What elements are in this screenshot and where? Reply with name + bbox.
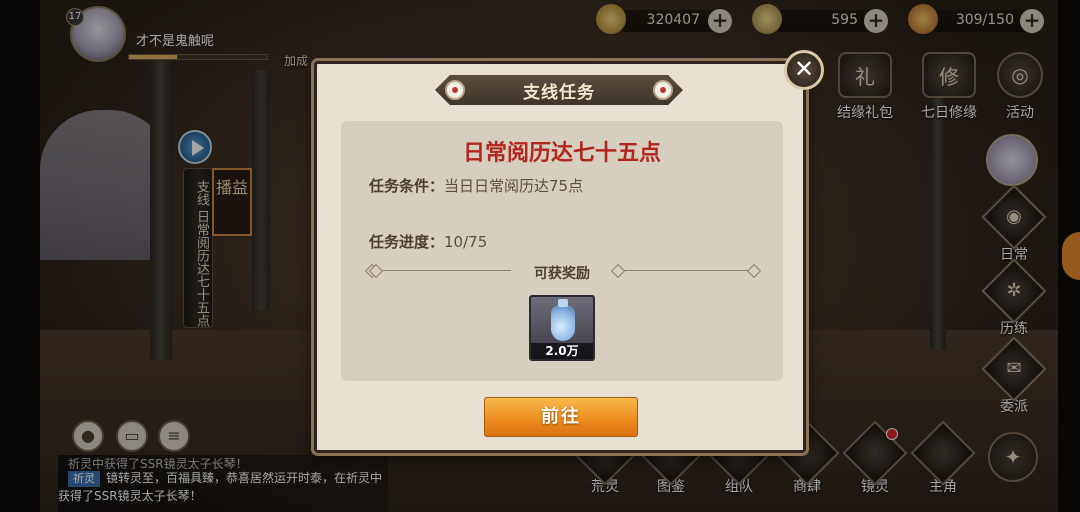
close-button[interactable]: ✕ [784,50,824,90]
divider [613,270,755,284]
quest-progress-value: 10/75 [444,233,488,251]
go-button[interactable]: 前往 [484,397,638,437]
reward-quantity: 2.0万 [531,343,593,359]
quest-condition-label: 任务条件： [369,177,445,195]
potion-icon [551,299,575,341]
quest-progress-row: 任务进度：10/75 [369,231,487,252]
close-icon: ✕ [793,55,815,83]
quest-details-panel: 日常阅历达七十五点 任务条件：当日日常阅历达75点 任务进度：10/75 可获奖… [341,121,783,381]
dialog-title: 支线任务 [523,83,595,103]
quest-condition-value: 当日日常阅历达75点 [444,177,584,195]
reward-item-slot[interactable]: 2.0万 [529,295,595,361]
side-quest-dialog: 支线任务 日常阅历达七十五点 任务条件：当日日常阅历达75点 任务进度：10/7… [314,61,806,453]
quest-title: 日常阅历达七十五点 [462,140,661,166]
quest-progress-label: 任务进度： [369,233,445,251]
quest-condition-row: 任务条件：当日日常阅历达75点 [369,175,583,196]
